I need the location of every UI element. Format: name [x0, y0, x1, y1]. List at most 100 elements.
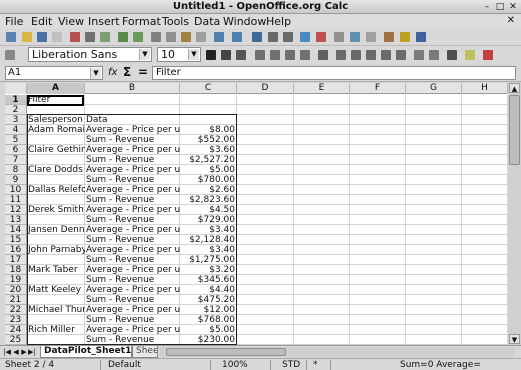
data-sources-icon[interactable] [384, 32, 394, 42]
row-header[interactable]: 22 [5, 305, 27, 315]
menu-window[interactable]: Window [223, 15, 266, 28]
align-left-icon[interactable] [255, 50, 265, 60]
row-header[interactable]: 9 [5, 175, 27, 185]
prev-sheet-icon[interactable]: ◀ [12, 347, 20, 357]
align-center-icon[interactable] [270, 50, 280, 60]
delete-decimal-icon[interactable] [396, 50, 406, 60]
row-header[interactable]: 21 [5, 295, 27, 305]
row-header[interactable]: 12 [5, 205, 27, 215]
row-header[interactable]: 10 [5, 185, 27, 195]
status-zoom[interactable]: 100% [222, 360, 248, 370]
sort-ascending-icon[interactable] [268, 32, 278, 42]
row-header[interactable]: 14 [5, 225, 27, 235]
chart-icon[interactable] [300, 32, 310, 42]
first-sheet-icon[interactable]: |◀ [3, 347, 11, 357]
maximize-icon[interactable]: □ [495, 2, 505, 12]
merge-cells-icon[interactable] [318, 50, 328, 60]
row-header[interactable]: 15 [5, 235, 27, 245]
column-header-b[interactable]: B [85, 83, 180, 94]
scroll-up-icon[interactable]: ▲ [509, 83, 520, 93]
cell-area[interactable]: Filter Salesperson Data Adam Romain Average … [27, 95, 508, 345]
select-all-corner[interactable] [5, 83, 27, 94]
column-header-e[interactable]: E [294, 83, 350, 94]
formula-input[interactable]: Filter [152, 66, 516, 80]
standard-format-icon[interactable] [366, 50, 376, 60]
function-wizard-icon[interactable]: fx [108, 67, 117, 78]
menu-data[interactable]: Data [194, 15, 220, 28]
percent-format-icon[interactable] [351, 50, 361, 60]
spreadsheet-grid[interactable]: A B C D E F G H 1 2 3 4 5 6 7 8 9 10 11 12 13 14 15 16 1… [5, 83, 508, 345]
row-header[interactable]: 23 [5, 315, 27, 325]
column-header-g[interactable]: G [406, 83, 462, 94]
row-header[interactable]: 6 [5, 145, 27, 155]
tab-sheet[interactable]: Shee [132, 346, 158, 358]
gallery-icon[interactable] [366, 32, 376, 42]
horizontal-scrollbar[interactable] [160, 347, 515, 357]
email-icon[interactable] [52, 32, 62, 42]
row-header[interactable]: 7 [5, 155, 27, 165]
sum-icon[interactable]: Σ [123, 65, 131, 79]
spellcheck-icon[interactable] [118, 32, 128, 42]
save-icon[interactable] [37, 32, 47, 42]
borders-icon[interactable] [447, 50, 457, 60]
row-header[interactable]: 5 [5, 135, 27, 145]
hyperlink-icon[interactable] [252, 32, 262, 42]
redo-icon[interactable] [232, 32, 242, 42]
row-header[interactable]: 24 [5, 325, 27, 335]
draw-functions-icon[interactable] [316, 32, 326, 42]
column-header-c[interactable]: C [180, 83, 237, 94]
tab-datapilot-sheet[interactable]: DataPilot_Sheet1_1 [40, 346, 142, 358]
document-close-icon[interactable]: ✕ [507, 15, 515, 26]
menu-format[interactable]: Format [122, 15, 161, 28]
horizontal-scroll-thumb[interactable] [166, 348, 286, 356]
last-sheet-icon[interactable]: ▶| [28, 347, 36, 357]
decrease-indent-icon[interactable] [414, 50, 424, 60]
column-header-f[interactable]: F [350, 83, 406, 94]
navigator-icon[interactable] [350, 32, 360, 42]
font-name-select[interactable]: Liberation Sans ▼ [28, 47, 152, 62]
status-page-style[interactable]: Default [108, 360, 141, 370]
row-header[interactable]: 16 [5, 245, 27, 255]
undo-icon[interactable] [214, 32, 224, 42]
next-sheet-icon[interactable]: ▶ [20, 347, 28, 357]
column-header-d[interactable]: D [237, 83, 294, 94]
help-icon[interactable] [416, 32, 426, 42]
row-header[interactable]: 19 [5, 275, 27, 285]
styles-icon[interactable] [5, 50, 15, 60]
row-header[interactable]: 25 [5, 335, 27, 345]
align-right-icon[interactable] [285, 50, 295, 60]
row-header[interactable]: 13 [5, 215, 27, 225]
menu-tools[interactable]: Tools [162, 15, 189, 28]
add-decimal-icon[interactable] [381, 50, 391, 60]
open-icon[interactable] [22, 32, 32, 42]
copy-icon[interactable] [166, 32, 176, 42]
menu-help[interactable]: Help [266, 15, 291, 28]
cut-icon[interactable] [151, 32, 161, 42]
bold-icon[interactable] [206, 50, 216, 60]
row-header[interactable]: 20 [5, 285, 27, 295]
paste-icon[interactable] [181, 32, 191, 42]
vertical-scrollbar[interactable]: ▲ ▼ [508, 83, 521, 345]
chevron-down-icon[interactable]: ▼ [188, 49, 199, 60]
row-header[interactable]: 8 [5, 165, 27, 175]
row-header[interactable]: 2 [5, 105, 27, 115]
zoom-icon[interactable] [400, 32, 410, 42]
row-header[interactable]: 4 [5, 125, 27, 135]
justify-icon[interactable] [300, 50, 310, 60]
font-size-select[interactable]: 10 ▼ [157, 47, 201, 62]
row-header[interactable]: 11 [5, 195, 27, 205]
menu-view[interactable]: View [58, 15, 84, 28]
column-header-h[interactable]: H [462, 83, 508, 94]
menu-file[interactable]: File [5, 15, 23, 28]
column-header-a[interactable]: A [27, 83, 85, 94]
print-icon[interactable] [85, 32, 95, 42]
font-color-icon[interactable] [483, 50, 493, 60]
row-header[interactable]: 18 [5, 265, 27, 275]
name-box[interactable]: A1 ▼ [5, 66, 103, 80]
autospellcheck-icon[interactable] [133, 32, 143, 42]
close-icon[interactable]: ✕ [508, 2, 518, 12]
increase-indent-icon[interactable] [429, 50, 439, 60]
clone-format-icon[interactable] [196, 32, 206, 42]
menu-edit[interactable]: Edit [31, 15, 52, 28]
row-header[interactable]: 1 [5, 95, 27, 105]
